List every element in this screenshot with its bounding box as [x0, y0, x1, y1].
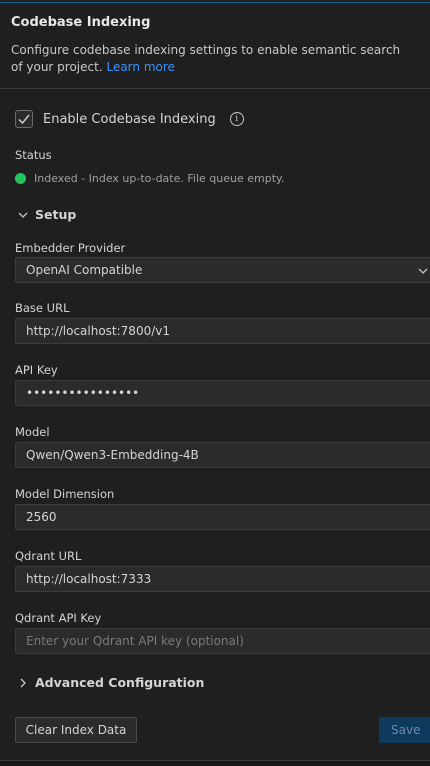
model-label: Model [15, 425, 50, 439]
bottom-tab-strip [0, 761, 430, 766]
qdrant-url-input[interactable]: http://localhost:7333 [15, 566, 430, 592]
save-button[interactable]: Save [379, 717, 430, 743]
status-label: Status [15, 148, 52, 162]
chevron-right-icon [20, 678, 26, 687]
status-dot-icon [15, 173, 26, 184]
api-key-label: API Key [15, 363, 58, 377]
model-dimension-input[interactable]: 2560 [15, 504, 430, 530]
chevron-down-icon [18, 212, 28, 218]
description-text: Configure codebase indexing settings to … [11, 43, 401, 74]
codebase-indexing-panel: Codebase Indexing Configure codebase ind… [0, 0, 430, 766]
clear-index-data-button[interactable]: Clear Index Data [15, 717, 137, 743]
status-row: Indexed - Index up-to-date. File queue e… [15, 172, 284, 185]
advanced-configuration-title: Advanced Configuration [35, 675, 205, 690]
enable-indexing-label[interactable]: Enable Codebase Indexing [43, 112, 216, 127]
model-input[interactable]: Qwen/Qwen3-Embedding-4B [15, 442, 430, 468]
checkmark-icon [18, 114, 30, 125]
info-icon[interactable]: i [229, 112, 244, 126]
qdrant-api-key-input[interactable]: Enter your Qdrant API key (optional) [15, 628, 430, 654]
panel-title: Codebase Indexing [11, 15, 151, 30]
advanced-configuration-toggle[interactable]: Advanced Configuration [17, 675, 204, 690]
panel-description: Configure codebase indexing settings to … [11, 42, 411, 76]
chevron-down-icon [418, 268, 428, 274]
status-text: Indexed - Index up-to-date. File queue e… [34, 172, 285, 185]
base-url-label: Base URL [15, 301, 70, 315]
setup-section-toggle[interactable]: Setup [17, 207, 76, 222]
panel-header: Codebase Indexing Configure codebase ind… [0, 3, 430, 89]
setup-section-title: Setup [35, 207, 77, 222]
embedder-provider-label: Embedder Provider [15, 241, 126, 255]
model-dimension-label: Model Dimension [15, 487, 115, 501]
enable-indexing-checkbox[interactable] [15, 110, 33, 128]
embedder-provider-select[interactable]: OpenAI Compatible [15, 257, 430, 283]
qdrant-api-key-label: Qdrant API Key [15, 611, 102, 625]
embedder-provider-value: OpenAI Compatible [26, 263, 143, 277]
enable-indexing-row: Enable Codebase Indexing i [15, 109, 244, 129]
qdrant-url-label: Qdrant URL [15, 549, 82, 563]
base-url-input[interactable]: http://localhost:7800/v1 [15, 318, 430, 344]
learn-more-link[interactable]: Learn more [106, 60, 174, 74]
api-key-input[interactable]: •••••••••••••••• [15, 380, 430, 406]
